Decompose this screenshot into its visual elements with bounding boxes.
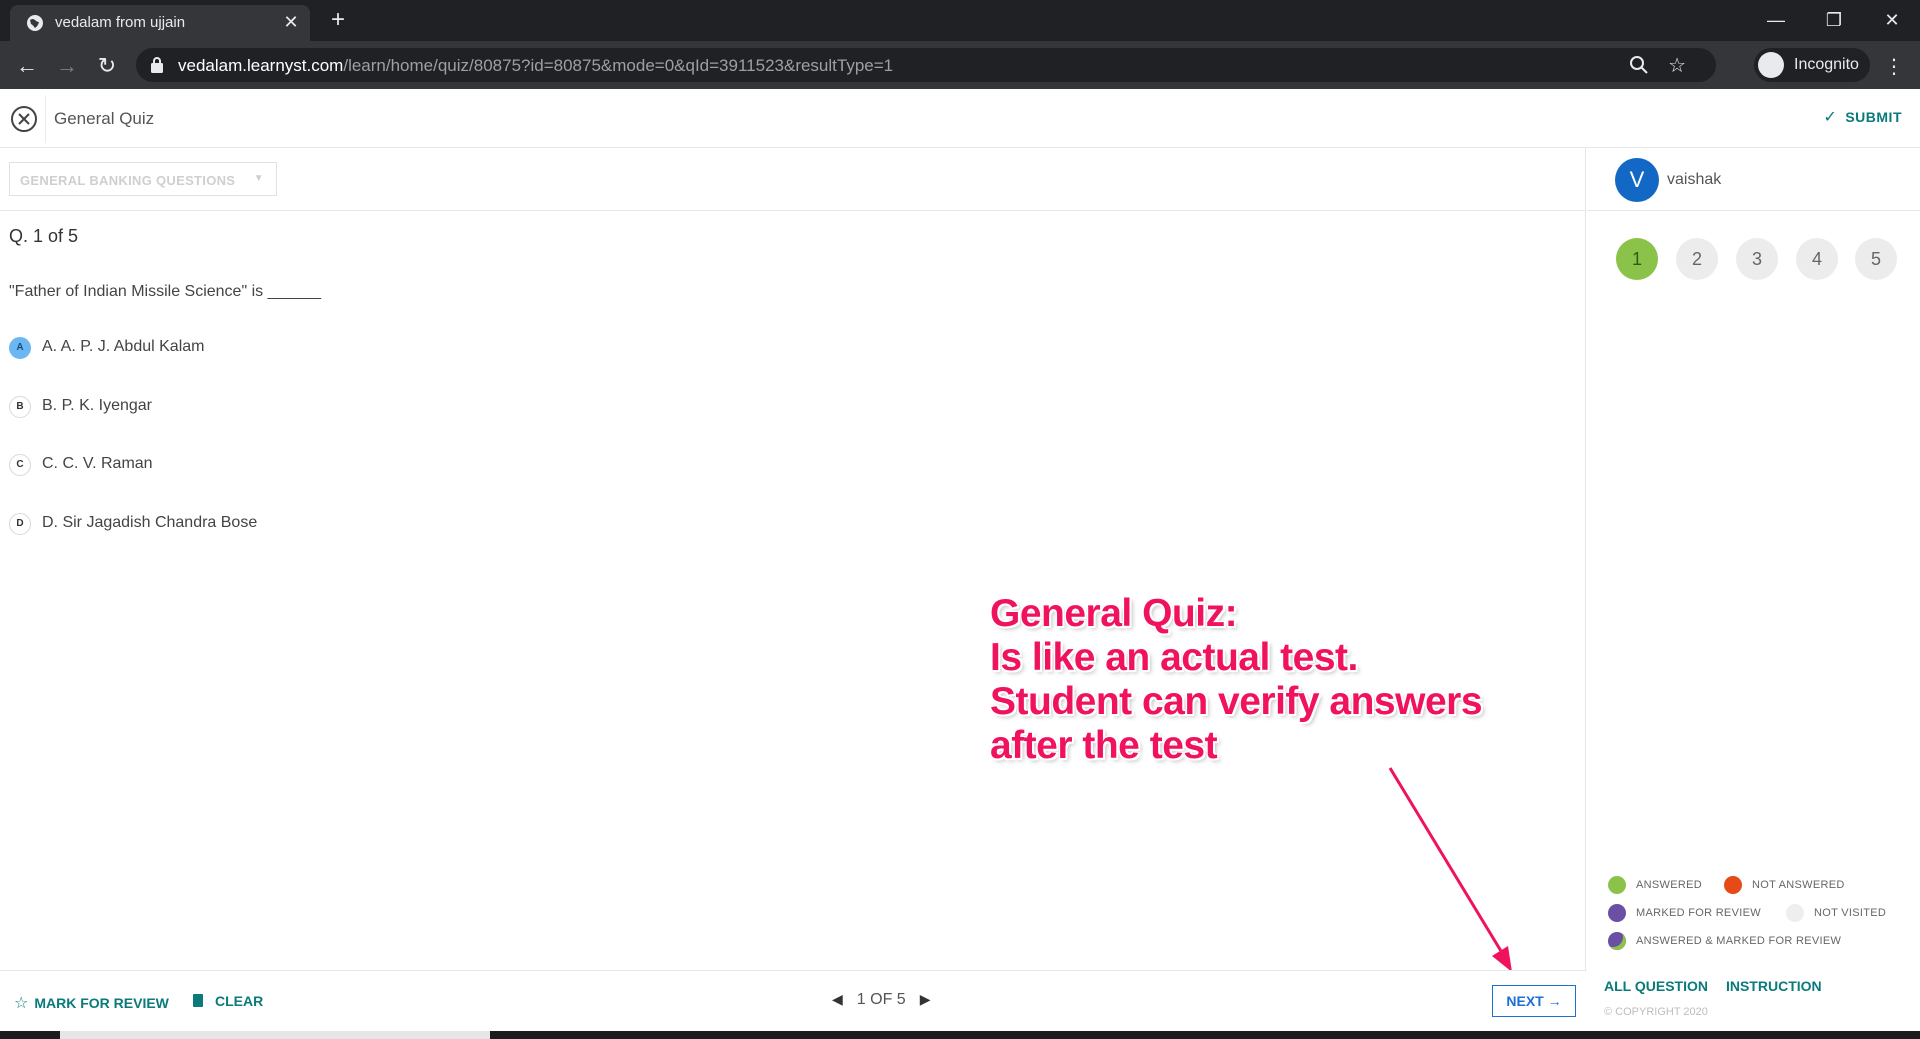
all-question-link[interactable]: ALL QUESTION [1604,978,1708,994]
lock-icon [151,57,163,73]
legend-label: NOT ANSWERED [1752,879,1845,891]
tab-close-icon[interactable]: ✕ [280,11,302,33]
next-label: NEXT [1506,993,1544,1009]
question-palette-item[interactable]: 1 [1616,238,1658,280]
legend-label: ANSWERED [1636,879,1702,891]
url-text: vedalam.learnyst.com/learn/home/quiz/808… [178,56,894,75]
incognito-badge[interactable]: Incognito [1754,48,1870,82]
option-text: A. A. P. J. Abdul Kalam [42,338,205,355]
zoom-icon[interactable] [1628,54,1650,76]
question-pane: GENERAL BANKING QUESTIONS ▼ Q. 1 of 5 "F… [0,148,1586,970]
check-icon: ✓ [1823,109,1838,126]
question-palette-item[interactable]: 5 [1855,238,1897,280]
section-divider [0,210,1586,211]
quiz-title: General Quiz [54,109,155,128]
option-letter-badge: B [9,396,31,418]
restore-icon[interactable]: ❐ [1806,0,1862,40]
instruction-link[interactable]: INSTRUCTION [1726,978,1822,994]
reload-icon[interactable]: ↻ [94,53,120,79]
clear-label: CLEAR [215,993,264,1009]
back-arrow-icon[interactable]: ← [14,53,40,79]
copyright-text: © COPYRIGHT 2020 [1604,1006,1708,1018]
tab-title: vedalam from ujjain [55,14,186,31]
section-dropdown[interactable]: GENERAL BANKING QUESTIONS ▼ [9,162,277,196]
option-text: C. C. V. Raman [42,455,153,472]
marked-dot-icon [1608,904,1626,922]
incognito-icon [1758,52,1784,78]
option-letter-badge: C [9,454,31,476]
minimize-icon[interactable]: — [1748,0,1804,40]
annotation-line: General Quiz: [990,592,1238,635]
question-palette-item[interactable]: 4 [1796,238,1838,280]
mark-review-label: MARK FOR REVIEW [34,995,169,1011]
not-visited-dot-icon [1786,904,1804,922]
legend-label: NOT VISITED [1814,907,1887,919]
close-circle-icon[interactable] [10,105,38,133]
answered-dot-icon [1608,876,1626,894]
sidebar-links: ALL QUESTION INSTRUCTION [1604,978,1840,994]
arrow-right-icon: → [1547,993,1562,1009]
globe-icon [27,15,43,31]
annotation-callout: General Quiz: Is like an actual test. St… [990,592,1483,768]
annotation-line: Student can verify answers [990,680,1483,723]
not-answered-dot-icon [1724,876,1742,894]
next-button[interactable]: NEXT → [1492,985,1576,1017]
bookmark-star-icon[interactable]: ☆ [1668,53,1686,78]
mark-for-review-button[interactable]: ☆ MARK FOR REVIEW [14,993,169,1013]
pager: ◀ 1 OF 5 ▶ [832,991,930,1009]
answered-marked-dot-icon [1608,932,1626,950]
legend-label: ANSWERED & MARKED FOR REVIEW [1636,935,1842,947]
clear-button[interactable]: CLEAR [193,993,263,1009]
caret-down-icon: ▼ [253,173,264,184]
question-counter: Q. 1 of 5 [9,226,79,246]
sidebar-divider [1587,210,1920,211]
submit-button[interactable]: ✓ SUBMIT [1823,107,1902,127]
option-text: B. P. K. Iyengar [42,397,152,414]
forward-arrow-icon[interactable]: → [54,53,80,79]
quiz-header: General Quiz ✓ SUBMIT [0,89,1920,148]
question-palette-item[interactable]: 3 [1736,238,1778,280]
avatar: V [1615,158,1659,202]
question-palette-item[interactable]: 2 [1676,238,1718,280]
header-divider [45,95,46,143]
question-palette-pane: V vaishak 1 2 3 4 5 ANSWERED NOT ANSWERE… [1587,148,1920,1031]
annotation-arrow-icon [1388,767,1512,972]
question-text: "Father of Indian Missile Science" is __… [9,283,321,300]
browser-tab[interactable]: vedalam from ujjain ✕ [10,5,310,41]
taskbar-segment [60,1031,490,1039]
prev-triangle-icon[interactable]: ◀ [832,991,843,1008]
star-outline-icon: ☆ [14,995,29,1012]
legend-label: MARKED FOR REVIEW [1636,907,1761,919]
question-footer: ☆ MARK FOR REVIEW CLEAR ◀ 1 OF 5 ▶ NEXT → [0,970,1586,1031]
user-name: vaishak [1667,171,1722,188]
new-tab-icon[interactable]: + [325,7,351,33]
incognito-label: Incognito [1794,56,1859,73]
browser-menu-icon[interactable]: ⋮ [1884,54,1904,79]
pager-label: 1 OF 5 [856,991,906,1008]
option-letter-badge: D [9,513,31,535]
window-close-icon[interactable]: ✕ [1864,0,1920,40]
os-taskbar [0,1031,1920,1039]
submit-label: SUBMIT [1845,109,1902,125]
address-bar[interactable]: vedalam.learnyst.com/learn/home/quiz/808… [136,48,1716,82]
option-letter-badge: A [9,337,31,359]
option-text: D. Sir Jagadish Chandra Bose [42,514,258,531]
annotation-line: Is like an actual test. [990,636,1358,679]
next-triangle-icon[interactable]: ▶ [920,991,931,1008]
browser-toolbar: ← → ↻ vedalam.learnyst.com/learn/home/qu… [0,41,1920,89]
trash-icon [193,994,203,1007]
browser-tab-strip: vedalam from ujjain ✕ + — ❐ ✕ [0,0,1920,41]
section-dropdown-label: GENERAL BANKING QUESTIONS [20,173,236,188]
